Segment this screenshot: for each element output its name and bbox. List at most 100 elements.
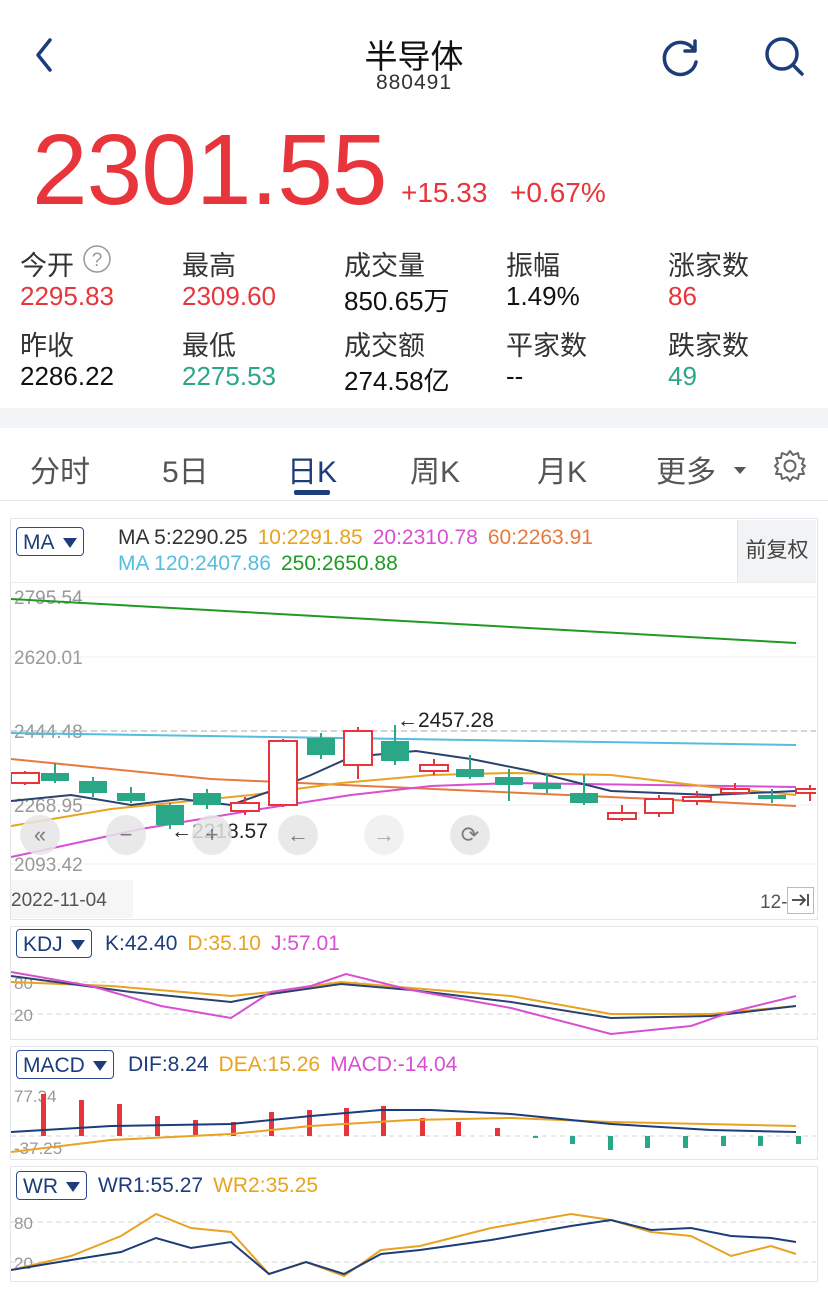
adjust-button[interactable]: 前复权 bbox=[737, 520, 816, 582]
dea-line bbox=[11, 1116, 797, 1153]
scroll-right-button[interactable]: → bbox=[364, 815, 404, 855]
macd-bar-up bbox=[193, 1120, 198, 1136]
indicator-value: MA 5:2290.25 bbox=[118, 526, 248, 549]
candle-up bbox=[795, 788, 816, 794]
stat-label: 最低 bbox=[182, 331, 236, 361]
tab-5[interactable]: 更多 bbox=[656, 447, 716, 491]
y-axis-label: 2795.54 bbox=[14, 588, 83, 609]
dropdown-arrow-icon bbox=[62, 538, 77, 549]
indicator-value: DEA:15.26 bbox=[218, 1053, 321, 1076]
stat-label: 成交额 bbox=[344, 331, 425, 361]
indicator-value: K:42.40 bbox=[105, 932, 178, 955]
adjust-label: 前复权 bbox=[745, 539, 809, 562]
kdj-selector[interactable]: KDJ bbox=[16, 929, 92, 958]
settings-button[interactable] bbox=[772, 448, 808, 489]
dropdown-arrow-icon bbox=[66, 1182, 80, 1193]
stat-value: 274.58亿 bbox=[344, 366, 450, 396]
macd-bar-up bbox=[456, 1122, 461, 1136]
y-axis-label: 20 bbox=[14, 1254, 33, 1273]
gear-icon bbox=[774, 450, 806, 482]
indicator-value: J:57.01 bbox=[270, 932, 340, 955]
stat-value: 49 bbox=[668, 361, 697, 391]
stat-value: 850.65万 bbox=[344, 286, 450, 316]
wr-chart: 80 20 bbox=[11, 1212, 816, 1278]
macd-bar-down bbox=[570, 1136, 575, 1144]
candle-down bbox=[307, 738, 335, 755]
help-icon[interactable]: ? bbox=[82, 244, 112, 279]
indicator-value: 60:2263.91 bbox=[487, 526, 593, 549]
indicator-value: WR1:55.27 bbox=[98, 1174, 204, 1197]
ma250-line bbox=[11, 598, 797, 644]
stat-label: 涨家数 bbox=[668, 251, 749, 281]
candle-up bbox=[11, 772, 40, 784]
indicator-value: 20:2310.78 bbox=[372, 526, 478, 549]
zoom-out-button[interactable]: − bbox=[106, 815, 146, 855]
candle-down bbox=[758, 795, 786, 799]
tab-2[interactable]: 日K bbox=[287, 447, 337, 491]
macd-bar-up bbox=[495, 1128, 500, 1136]
dropdown-arrow-icon bbox=[92, 1061, 107, 1072]
stat-value: 2295.83 bbox=[20, 281, 114, 311]
kdj-values: K:42.40 D:35.10 J:57.01 bbox=[105, 932, 350, 956]
macd-bar-up bbox=[269, 1112, 274, 1136]
search-icon bbox=[765, 37, 804, 76]
scroll-start-button[interactable]: « bbox=[20, 815, 60, 855]
candle-up bbox=[607, 812, 637, 820]
more-dropdown-icon bbox=[734, 462, 746, 480]
candle-up bbox=[230, 802, 260, 812]
candle-down bbox=[79, 781, 107, 793]
wr-selector[interactable]: WR bbox=[16, 1171, 87, 1200]
tab-4[interactable]: 月K bbox=[537, 447, 587, 491]
active-tab-indicator bbox=[294, 490, 330, 495]
kdj-d-line bbox=[11, 980, 797, 1015]
candle-up bbox=[720, 788, 750, 794]
arrow-right-icon: → bbox=[373, 822, 395, 847]
search-button[interactable] bbox=[760, 32, 810, 82]
y-axis-label: 20 bbox=[14, 1006, 33, 1025]
y-axis-label: 2620.01 bbox=[14, 648, 83, 669]
macd-bar-up bbox=[79, 1100, 84, 1136]
y-axis-label: 77.34 bbox=[14, 1087, 57, 1106]
stat-value: 2309.60 bbox=[182, 281, 276, 311]
tab-3[interactable]: 周K bbox=[410, 447, 460, 491]
indicator-value: 250:2650.88 bbox=[280, 552, 398, 575]
price-change-pct: +0.67% bbox=[510, 177, 606, 208]
indicator-value: MA 120:2407.86 bbox=[118, 552, 271, 575]
macd-bar-down bbox=[758, 1136, 763, 1146]
candle-down bbox=[570, 793, 598, 803]
tab-0[interactable]: 分时 bbox=[30, 447, 90, 491]
wr2-line bbox=[11, 1212, 797, 1278]
candle-down bbox=[117, 793, 145, 801]
candle-up bbox=[343, 730, 373, 766]
macd-bar-up bbox=[307, 1110, 312, 1136]
macd-values: DIF:8.24 DEA:15.26 MACD:-14.04 bbox=[128, 1053, 467, 1077]
y-axis-label: 80 bbox=[14, 1214, 33, 1233]
kdj-chart: 8020 bbox=[11, 971, 816, 1036]
double-chevron-left-icon: « bbox=[33, 822, 47, 847]
high-marker: ←2457.28 bbox=[397, 709, 494, 732]
scroll-left-button[interactable]: ← bbox=[278, 815, 318, 855]
rotate-screen-button[interactable]: ⟳ bbox=[450, 815, 490, 855]
candle-up bbox=[682, 796, 712, 802]
indicator-value: DIF:8.24 bbox=[128, 1053, 209, 1076]
macd-selector[interactable]: MACD bbox=[16, 1050, 114, 1079]
candle-down bbox=[193, 793, 221, 805]
stat-label: 成交量 bbox=[344, 251, 425, 281]
macd-bar-down bbox=[608, 1136, 613, 1150]
tabs-border bbox=[0, 500, 828, 501]
macd-bar-down bbox=[533, 1136, 538, 1138]
ma-selector[interactable]: MA bbox=[16, 527, 84, 556]
candle-down bbox=[41, 773, 69, 781]
stat-label: 昨收 bbox=[20, 331, 74, 361]
tab-1[interactable]: 5日 bbox=[162, 447, 209, 491]
jump-to-latest-button[interactable] bbox=[787, 887, 814, 914]
rotate-icon: ⟳ bbox=[460, 822, 480, 847]
indicator-value: WR2:35.25 bbox=[213, 1174, 319, 1197]
stat-value: 86 bbox=[668, 281, 697, 311]
macd-bar-down bbox=[796, 1136, 801, 1144]
refresh-button[interactable] bbox=[656, 32, 706, 82]
zoom-in-button[interactable]: + bbox=[192, 815, 232, 855]
candle-up bbox=[419, 764, 449, 772]
stat-label: 振幅 bbox=[506, 251, 560, 281]
stat-value: 2286.22 bbox=[20, 361, 114, 391]
